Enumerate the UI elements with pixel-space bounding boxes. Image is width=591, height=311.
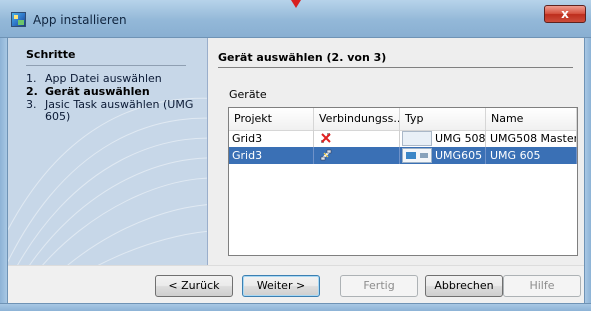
devices-label: Geräte xyxy=(229,88,267,101)
steps-list: 1. App Datei auswählen 2. Gerät auswähle… xyxy=(26,73,201,124)
steps-heading: Schritte xyxy=(26,48,76,61)
red-pointer-marker xyxy=(291,0,301,8)
cell-connection xyxy=(314,147,400,164)
step-item-2: 2. Gerät auswählen xyxy=(26,86,201,98)
step-label: Jasic Task auswählen (UMG 605) xyxy=(45,98,194,123)
step-label: Gerät auswählen xyxy=(45,85,150,98)
back-button[interactable]: < Zurück xyxy=(155,275,233,297)
table-row-selected[interactable]: Grid3 UMG605 UMG 605 xyxy=(229,147,577,164)
window-frame-left xyxy=(0,38,8,311)
step-number: 3. xyxy=(26,98,37,111)
app-icon xyxy=(11,12,26,27)
connected-plug-icon xyxy=(320,149,332,161)
cell-typ: UMG 508 xyxy=(400,130,486,147)
column-header-connection[interactable]: Verbindungss... xyxy=(314,108,400,130)
cell-connection xyxy=(314,130,400,147)
step-number: 1. xyxy=(26,72,37,85)
table-row[interactable]: Grid3 UMG 508 UMG508 Master xyxy=(229,130,577,147)
window-title: App installieren xyxy=(33,13,127,27)
help-button[interactable]: Hilfe xyxy=(503,275,581,297)
cell-projekt: Grid3 xyxy=(229,147,314,164)
device-thumbnail xyxy=(402,148,432,163)
steps-panel: Schritte 1. App Datei auswählen 2. Gerät… xyxy=(8,38,208,265)
device-thumbnail xyxy=(402,131,432,146)
close-icon: x xyxy=(561,7,569,21)
cancel-button[interactable]: Abbrechen xyxy=(425,275,503,297)
step-label: App Datei auswählen xyxy=(45,72,162,85)
disconnected-plug-icon xyxy=(321,133,331,143)
title-divider xyxy=(218,67,573,68)
cell-name: UMG508 Master xyxy=(486,130,577,147)
column-header-typ[interactable]: Typ xyxy=(400,108,486,130)
column-header-name[interactable]: Name xyxy=(486,108,577,130)
main-panel: Gerät auswählen (2. von 3) Geräte Projek… xyxy=(208,38,584,265)
column-header-projekt[interactable]: Projekt xyxy=(229,108,314,130)
step-item-1: 1. App Datei auswählen xyxy=(26,73,201,85)
window-frame-bottom xyxy=(0,303,591,311)
button-bar: < Zurück Weiter > Fertig Abbrechen Hilfe xyxy=(8,265,584,303)
table-header: Projekt Verbindungss... Typ Name xyxy=(229,108,577,131)
next-button[interactable]: Weiter > xyxy=(242,275,320,297)
cell-projekt: Grid3 xyxy=(229,130,314,147)
step-item-3: 3. Jasic Task auswählen (UMG 605) xyxy=(26,99,201,123)
close-button[interactable]: x xyxy=(544,5,586,23)
cell-typ: UMG605 xyxy=(400,147,486,164)
cell-name: UMG 605 xyxy=(486,147,577,164)
devices-table[interactable]: Projekt Verbindungss... Typ Name Grid3 U… xyxy=(228,107,578,256)
finish-button[interactable]: Fertig xyxy=(340,275,418,297)
window-frame-right xyxy=(584,38,591,311)
cell-typ-text: UMG 508 xyxy=(435,132,486,145)
page-title: Gerät auswählen (2. von 3) xyxy=(218,51,387,64)
cell-typ-text: UMG605 xyxy=(435,149,483,162)
steps-divider xyxy=(26,65,186,66)
step-number: 2. xyxy=(26,85,38,98)
